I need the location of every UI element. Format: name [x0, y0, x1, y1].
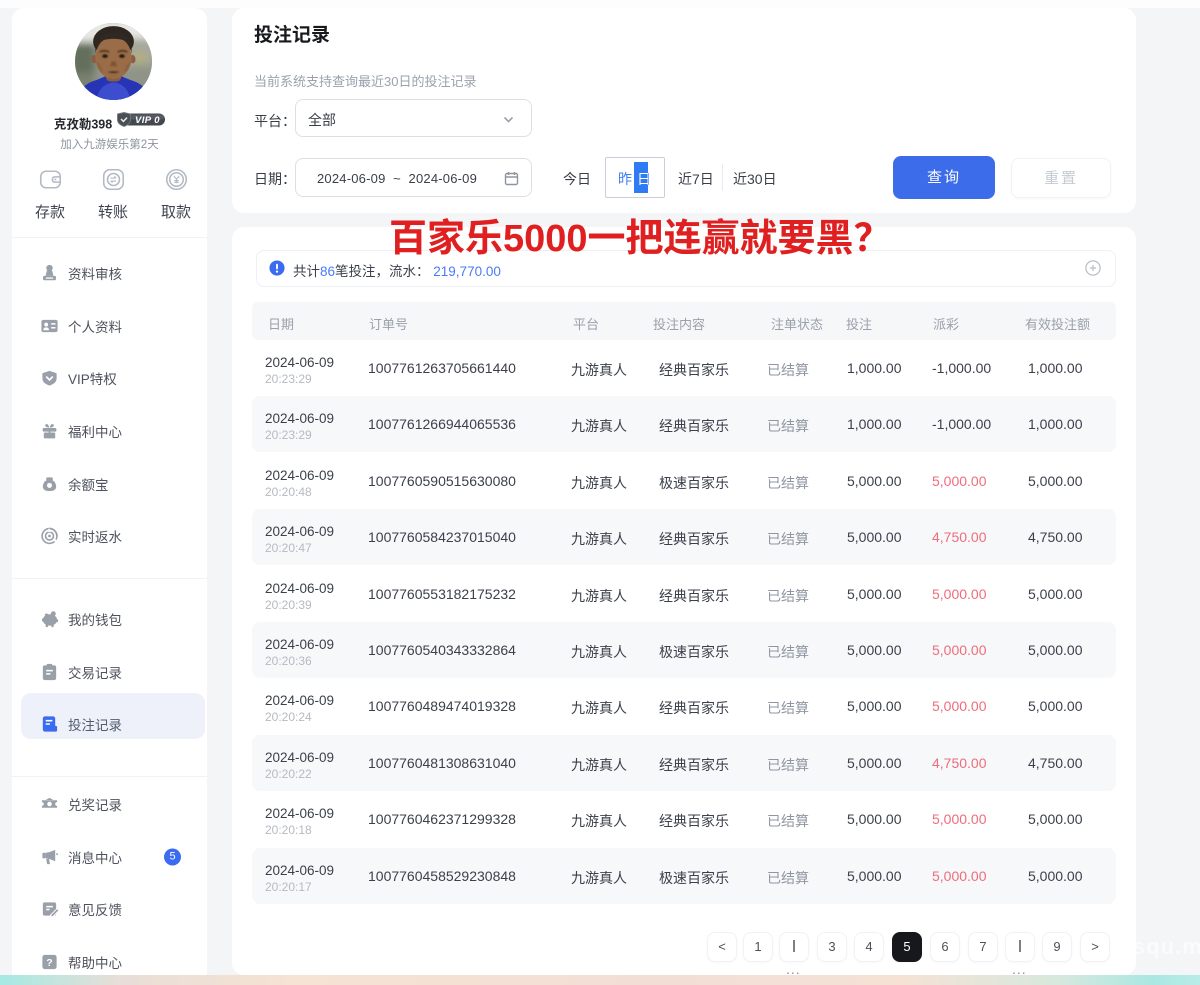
svg-text:?: ? [46, 958, 52, 969]
svg-text:VIP 0: VIP 0 [135, 115, 160, 126]
